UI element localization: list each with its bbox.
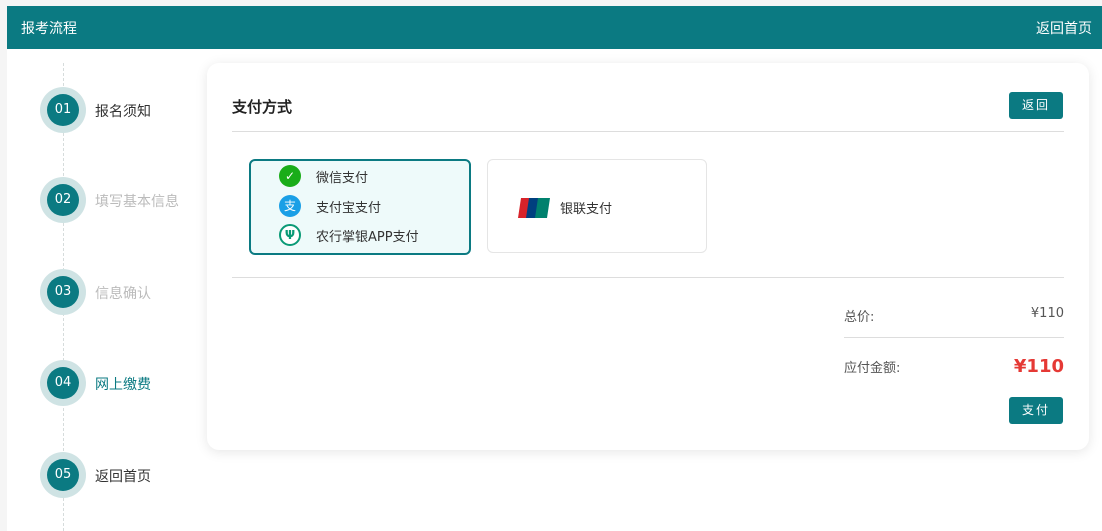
step-label: 报名须知	[95, 104, 151, 120]
payment-method-heading: 支付方式	[232, 98, 293, 116]
payment-card: 支付方式 返回 ✓ 微信支付 支 支付宝支付 Ψ 农行掌银APP支付 银联支付 …	[207, 63, 1089, 450]
unionpay-option[interactable]: 银联支付	[487, 159, 707, 253]
divider	[844, 337, 1064, 338]
return-button[interactable]: 返回	[1009, 92, 1063, 119]
step-label: 信息确认	[95, 286, 151, 302]
payment-option-group-selected[interactable]: ✓ 微信支付 支 支付宝支付 Ψ 农行掌银APP支付	[249, 159, 471, 255]
unionpay-label: 银联支付	[560, 202, 613, 217]
step-1[interactable]: 01 报名须知	[40, 87, 210, 133]
step-4[interactable]: 04 网上缴费	[40, 360, 210, 406]
abc-bank-icon: Ψ	[279, 224, 301, 246]
step-5[interactable]: 05 返回首页	[40, 452, 210, 498]
step-3[interactable]: 03 信息确认	[40, 269, 210, 315]
step-number-badge: 04	[40, 360, 86, 406]
total-price-value: ¥110	[1030, 306, 1064, 321]
step-label: 返回首页	[95, 469, 151, 485]
alipay-icon: 支	[279, 195, 301, 217]
pay-button[interactable]: 支付	[1009, 397, 1063, 424]
unionpay-icon	[518, 198, 550, 218]
amount-due-value: ¥110	[1013, 356, 1064, 377]
back-home-link[interactable]: 返回首页	[1036, 18, 1092, 38]
amount-due-label: 应付金额:	[844, 361, 901, 376]
divider	[232, 131, 1064, 132]
step-label: 网上缴费	[95, 377, 151, 393]
main-area: 01 报名须知 02 填写基本信息 03 信息确认 04 网上缴费 05 返回首…	[7, 49, 1102, 531]
step-number-badge: 03	[40, 269, 86, 315]
step-number-badge: 05	[40, 452, 86, 498]
step-number-badge: 02	[40, 177, 86, 223]
step-number-badge: 01	[40, 87, 86, 133]
step-sidebar: 01 报名须知 02 填写基本信息 03 信息确认 04 网上缴费 05 返回首…	[7, 49, 207, 531]
total-price-label: 总价:	[844, 310, 875, 325]
divider	[232, 277, 1064, 278]
top-bar: 报考流程 返回首页	[7, 6, 1102, 49]
wechat-pay-icon: ✓	[279, 165, 301, 187]
step-label: 填写基本信息	[95, 194, 179, 210]
page-title: 报考流程	[21, 21, 77, 37]
step-2[interactable]: 02 填写基本信息	[40, 177, 210, 223]
